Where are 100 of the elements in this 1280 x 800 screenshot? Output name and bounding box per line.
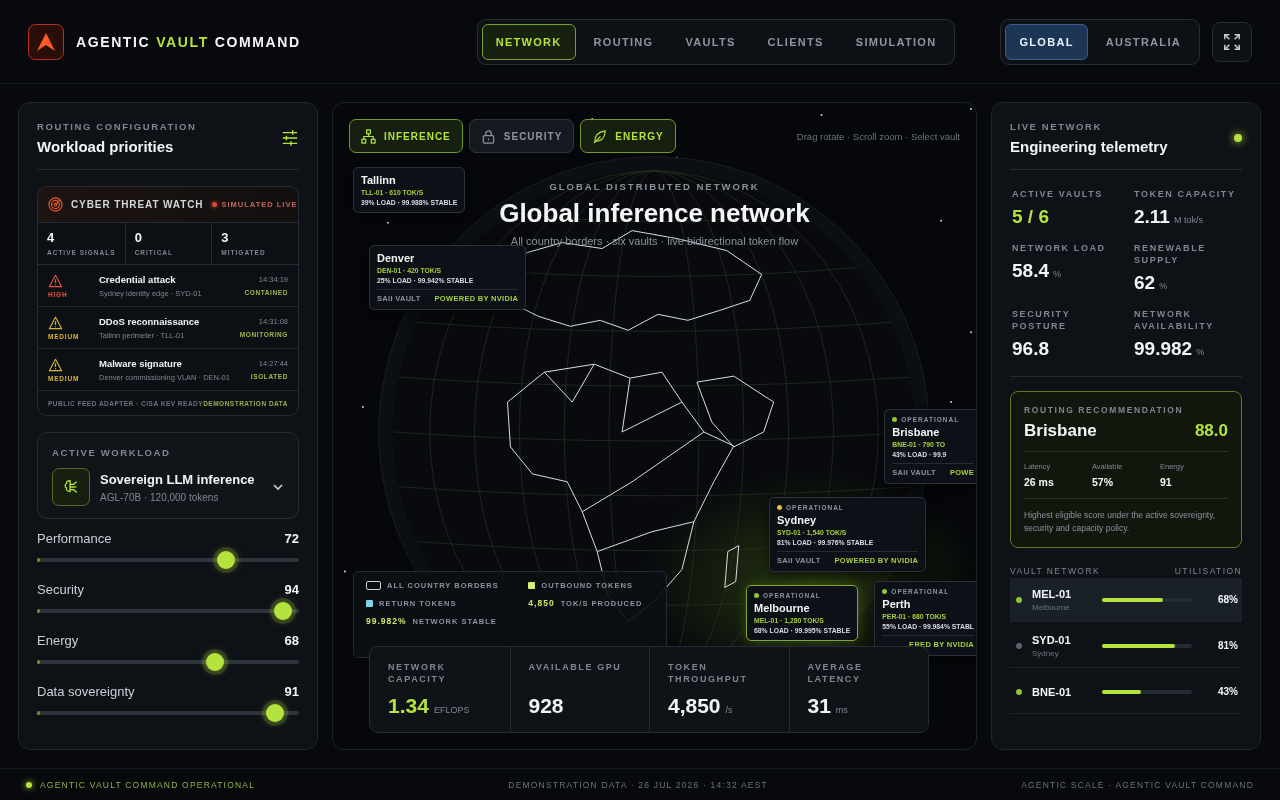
warning-icon xyxy=(48,273,63,288)
recommendation-note: Highest eligible score under the active sovereignty, security and capacity policy. xyxy=(1024,509,1217,535)
region-tab[interactable]: GLOBAL xyxy=(1005,23,1088,60)
slider-value: 72 xyxy=(284,531,299,546)
stat-value: 928 xyxy=(528,694,564,718)
slider-value: 94 xyxy=(284,582,299,597)
fullscreen-icon xyxy=(1223,32,1241,51)
layer-toggle[interactable]: INFERENCE xyxy=(349,119,463,153)
lock-icon xyxy=(480,128,496,144)
metric-unit: % xyxy=(1159,281,1168,291)
vault-code: MEL-01 xyxy=(1032,587,1073,600)
vault-city: Melbourne xyxy=(1032,602,1071,612)
stat-label: NETWORK CAPACITY xyxy=(388,661,448,685)
vault-code: SYD-01 xyxy=(1032,633,1072,646)
vault-name: Denver xyxy=(377,252,416,264)
data-timestamp-label: DEMONSTRATION DATA · 26 JUL 2026 · 14:32 AEST xyxy=(508,780,768,790)
stat-value: 4,850 xyxy=(668,694,721,718)
footer-credit: AGENTIC SCALE · AGENTIC VAULT COMMAND xyxy=(1021,780,1254,790)
slider-thumb[interactable] xyxy=(266,704,285,722)
vault-name: Perth xyxy=(882,598,912,610)
radar-icon xyxy=(48,197,63,212)
vault-row[interactable]: MEL-01 Melbourne 68% xyxy=(1010,578,1242,622)
legend-value: 4,850 xyxy=(528,598,555,608)
status-dot xyxy=(26,782,32,788)
layer-toggle[interactable]: ENERGY xyxy=(580,119,676,153)
nav-tab[interactable]: VAULTS xyxy=(671,23,750,60)
column-heading: UTILISATION xyxy=(1174,566,1242,576)
metric-value: 62 xyxy=(1134,272,1156,294)
section-label: LIVE NETWORK xyxy=(1010,121,1104,132)
metric-label: ACTIVE VAULTS xyxy=(1012,188,1104,200)
settings-icon[interactable] xyxy=(281,129,299,147)
slider-value: 91 xyxy=(284,684,299,699)
return-swatch xyxy=(366,599,373,607)
metric-value: 99.982 xyxy=(1134,338,1193,360)
metric-label: NETWORK LOAD xyxy=(1012,242,1107,254)
nav-tab[interactable]: NETWORK xyxy=(481,23,576,60)
nav-tab[interactable]: ROUTING xyxy=(579,23,668,60)
nav-tab[interactable]: CLIENTS xyxy=(753,23,838,60)
section-label: GLOBAL DISTRIBUTED NETWORK xyxy=(549,181,760,192)
vault-row[interactable]: BNE-01 43% xyxy=(1010,670,1242,714)
map-hint: Drag rotate · Scroll zoom · Select vault xyxy=(796,131,960,142)
metric-label: TOKEN CAPACITY xyxy=(1134,188,1237,200)
section-label: ACTIVE WORKLOAD xyxy=(52,447,172,458)
threat-title: Malware signature xyxy=(99,357,183,369)
workload-detail: AGL-70B · 120,000 tokens xyxy=(100,491,220,503)
panel-title: Engineering telemetry xyxy=(1010,138,1168,155)
slider-thumb[interactable] xyxy=(216,551,235,569)
slider-label: Energy xyxy=(37,633,79,648)
vault-code: BNE-01 xyxy=(1032,685,1073,698)
warning-icon xyxy=(48,315,63,330)
metric-unit: % xyxy=(1196,347,1205,357)
recommended-vault: Brisbane xyxy=(1024,421,1097,441)
slider-label: Security xyxy=(37,582,84,597)
recommendation-stat-value: 57% xyxy=(1092,476,1114,488)
vault-name: Brisbane xyxy=(892,426,941,438)
recommendation-score: 88.0 xyxy=(1194,421,1228,441)
stat-value: 31 xyxy=(807,694,831,718)
brand-accent-word: VAULT xyxy=(156,33,209,50)
stat-unit: ms xyxy=(835,705,848,715)
border-swatch xyxy=(366,581,381,590)
slider-thumb[interactable] xyxy=(206,653,225,671)
nav-tab[interactable]: SIMULATION xyxy=(841,23,951,60)
stat-value: 4 xyxy=(47,230,56,245)
metric-value: 5 / 6 xyxy=(1012,206,1049,228)
section-label: ROUTING CONFIGURATION xyxy=(37,121,197,132)
stat-unit: EFLOPS xyxy=(433,705,470,715)
stat-label: AVERAGE LATENCY xyxy=(807,661,864,685)
chevron-down-icon[interactable] xyxy=(272,481,284,493)
region-tab[interactable]: AUSTRALIA xyxy=(1091,23,1195,60)
fullscreen-button[interactable] xyxy=(1212,21,1252,62)
section-label: ROUTING RECOMMENDATION xyxy=(1024,405,1185,415)
metric-unit: M tok/s xyxy=(1173,215,1203,225)
vault-name: Tallinn xyxy=(361,174,397,186)
brand-word: AGENTIC xyxy=(76,33,151,50)
vault-city: Sydney xyxy=(1032,648,1060,658)
recommendation-stat-value: 26 ms xyxy=(1024,476,1055,488)
recommendation-stat-value: 91 xyxy=(1160,476,1173,488)
brain-icon xyxy=(62,478,80,496)
metric-value: 58.4 xyxy=(1012,260,1049,282)
stat-value: 3 xyxy=(221,230,230,245)
threat-title: DDoS reconnaissance xyxy=(99,315,201,327)
legend-value: 99.982% xyxy=(366,616,407,626)
workload-name: Sovereign LLM inference xyxy=(100,471,256,487)
vault-name: Melbourne xyxy=(754,602,811,614)
vault-row[interactable]: SYD-01 Sydney 81% xyxy=(1010,624,1242,668)
utilisation-value: 81% xyxy=(1217,640,1238,651)
brand-word: COMMAND xyxy=(214,33,301,50)
layer-toggle[interactable]: SECURITY xyxy=(468,119,575,153)
system-status: AGENTIC VAULT COMMAND OPERATIONAL xyxy=(40,780,256,790)
metric-value: 2.11 xyxy=(1134,206,1170,228)
slider-thumb[interactable] xyxy=(274,602,293,620)
logo-icon xyxy=(28,23,64,60)
vault-name: Sydney xyxy=(777,514,818,526)
slider-value: 68 xyxy=(284,633,299,648)
leaf-icon xyxy=(592,128,608,144)
slider-label: Data sovereignty xyxy=(37,684,135,699)
stat-label: TOKEN THROUGHPUT xyxy=(668,661,749,685)
stat-label: AVAILABLE GPU xyxy=(528,661,623,673)
list-heading: VAULT NETWORK xyxy=(1010,566,1100,576)
metric-label: NETWORK AVAILABILITY xyxy=(1134,308,1215,332)
